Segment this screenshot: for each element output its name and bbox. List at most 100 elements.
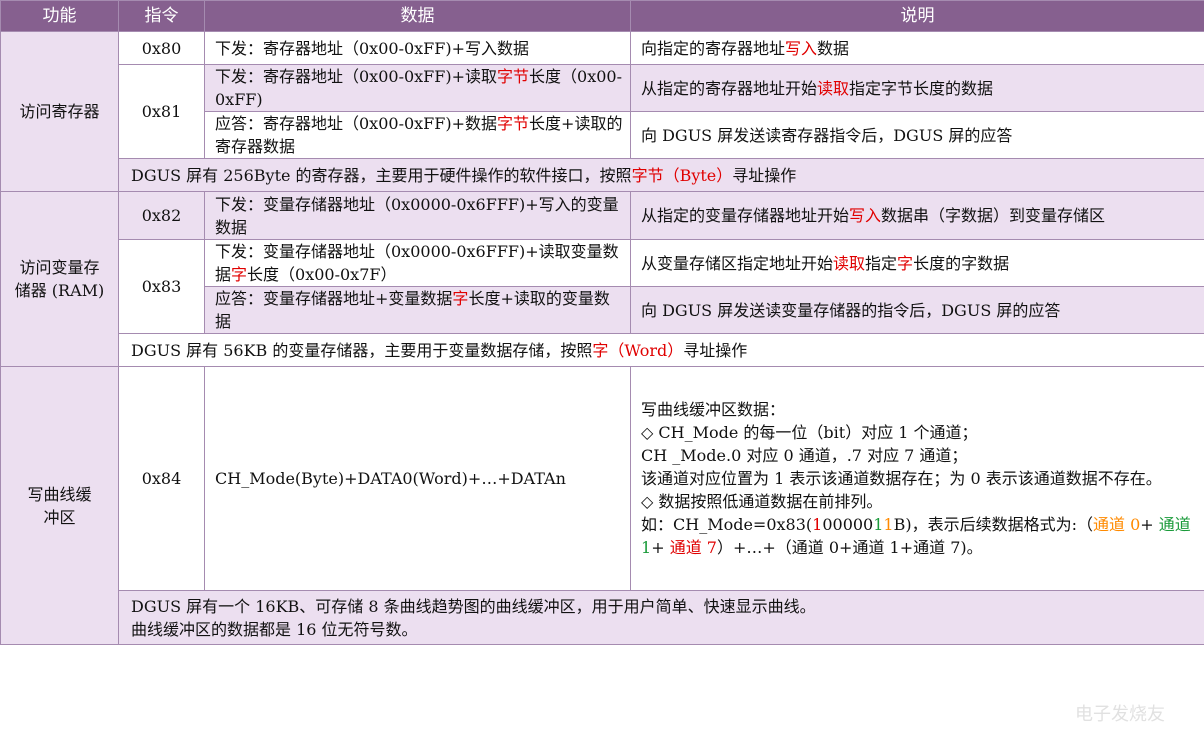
text-segment: 该通道对应位置为 1 表示该通道数据存在；为 0 表示该通道数据不存在。 [641, 469, 1162, 488]
highlight-text: 字 [231, 265, 248, 284]
highlight-text: 1 [873, 515, 884, 534]
text-line: DGUS 屏有一个 16KB、可存储 8 条曲线趋势图的曲线缓冲区，用于用户简单… [131, 595, 1204, 618]
text-segment: 从变量存储区指定地址开始 [641, 253, 834, 273]
text-segment: 向 DGUS 屏发送读变量存储器的指令后，DGUS 屏的应答 [641, 300, 1061, 320]
highlight-text: 字节 [497, 114, 530, 133]
text-segment: 向指定的寄存器地址 [641, 38, 786, 58]
text-segment: B)，表示后续数据格式为:（ [893, 515, 1094, 534]
data-cell: CH_Mode(Byte)+DATA0(Word)+…+DATAn [204, 366, 631, 591]
protocol-table: 功能 指令 数据 说明 访问寄存器 0x80 下发：寄存器地址（0x00-0xF… [0, 0, 1204, 645]
table-row: 0x83 下发：变量存储器地址（0x0000-0x6FFF)+读取变量数据字长度… [1, 239, 1204, 334]
text-line: 如：CH_Mode=0x83(10000011B)，表示后续数据格式为:（通道 … [641, 513, 1198, 559]
text-segment: 应答：变量存储器地址+变量数据 [215, 289, 453, 308]
highlight-text: 字 [897, 253, 914, 273]
command-cell: 0x80 [118, 31, 205, 65]
highlight-text: 读取 [817, 78, 850, 98]
description-cell: 从指定的变量存储器地址开始写入数据串（字数据）到变量存储区 [630, 191, 1204, 240]
function-label: 访问寄存器 [19, 102, 100, 121]
highlight-text: 1 [812, 515, 823, 534]
text-segment: ）+…+（通道 0+通道 1+通道 7)。 [716, 538, 983, 557]
command-cell: 0x82 [118, 191, 205, 240]
description-cell: 从指定的寄存器地址开始读取指定字节长度的数据 [630, 64, 1204, 112]
data-cell: 下发：变量存储器地址（0x0000-0x6FFF)+写入的变量数据 [204, 191, 631, 240]
text-segment: CH _Mode.0 对应 0 通道，.7 对应 7 通道； [641, 446, 968, 465]
text-segment: 从指定的寄存器地址开始 [641, 78, 818, 98]
text-segment: + [651, 538, 670, 557]
text-segment: 应答：寄存器地址（0x00-0xFF)+数据 [215, 114, 498, 133]
table-row: 0x81 下发：寄存器地址（0x00-0xFF)+读取字节长度（0x00-0xF… [1, 64, 1204, 159]
text-segment: DGUS 屏有 256Byte 的寄存器，主要用于硬件操作的软件接口，按照 [131, 165, 632, 185]
text-line: 写曲线缓冲区数据： [641, 398, 1198, 421]
command-cell: 0x81 [118, 64, 205, 159]
highlight-text: 通道 0 [1093, 515, 1141, 534]
text-segment: 向 DGUS 屏发送读寄存器指令后，DGUS 屏的应答 [641, 125, 1013, 145]
text-segment: 下发：寄存器地址（0x00-0xFF)+读取 [215, 67, 498, 86]
data-cell: 下发：变量存储器地址（0x0000-0x6FFF)+读取变量数据字长度（0x00… [204, 239, 631, 287]
note-cell: DGUS 屏有 256Byte 的寄存器，主要用于硬件操作的软件接口，按照字节（… [118, 158, 1204, 192]
description-cell: 向 DGUS 屏发送读寄存器指令后，DGUS 屏的应答 [630, 111, 1204, 159]
table-row: DGUS 屏有 56KB 的变量存储器，主要用于变量数据存储，按照字（Word）… [1, 333, 1204, 367]
highlight-text: 字（Word） [592, 340, 684, 360]
highlight-text: 写入 [849, 206, 882, 225]
highlight-text: 字 [452, 289, 469, 308]
text-segment: 寻址操作 [683, 340, 748, 360]
text-segment: 指定字节长度的数据 [849, 78, 994, 98]
text-segment: 指定 [865, 253, 898, 273]
text-segment: CH_Mode(Byte)+DATA0(Word)+…+DATAn [215, 469, 566, 488]
highlight-text: 写入 [785, 38, 818, 58]
text-segment: 寻址操作 [732, 165, 797, 185]
text-segment: 写曲线缓冲区数据： [641, 400, 786, 419]
text-line: ◇ 数据按照低通道数据在前排列。 [641, 490, 1198, 513]
command-cell: 0x84 [118, 366, 205, 591]
text-segment: ◇ 数据按照低通道数据在前排列。 [641, 492, 883, 511]
function-cell: 写曲线缓冲区 [0, 366, 119, 645]
text-segment: 下发：变量存储器地址（0x0000-0x6FFF)+写入的变量数据 [215, 194, 619, 237]
description-cell: 向 DGUS 屏发送读变量存储器的指令后，DGUS 屏的应答 [630, 286, 1204, 334]
function-label: 访问变量存储器 (RAM) [14, 258, 105, 300]
text-segment: ◇ CH_Mode 的每一位（bit）对应 1 个通道； [641, 423, 978, 442]
text-segment: 如：CH_Mode=0x83( [641, 515, 813, 534]
description-cell: 写曲线缓冲区数据： ◇ CH_Mode 的每一位（bit）对应 1 个通道； CH … [630, 366, 1204, 591]
text-line: ◇ CH_Mode 的每一位（bit）对应 1 个通道； [641, 421, 1198, 444]
highlight-text: 字节（Byte） [631, 165, 733, 185]
data-cell: 应答：寄存器地址（0x00-0xFF)+数据字节长度+读取的寄存器数据 [204, 111, 631, 159]
text-segment: 数据 [817, 38, 850, 58]
highlight-text: 通道 7 [669, 538, 717, 557]
highlight-text: 1 [883, 515, 894, 534]
header-command: 指令 [118, 0, 205, 32]
note-cell: DGUS 屏有一个 16KB、可存储 8 条曲线趋势图的曲线缓冲区，用于用户简单… [118, 590, 1204, 645]
table-row: 访问寄存器 0x80 下发：寄存器地址（0x00-0xFF)+写入数据 向指定的… [0, 31, 1204, 192]
text-segment: 00000 [822, 515, 874, 534]
table-row: DGUS 屏有一个 16KB、可存储 8 条曲线趋势图的曲线缓冲区，用于用户简单… [1, 590, 1204, 645]
text-segment: 曲线缓冲区的数据都是 16 位无符号数。 [131, 619, 418, 639]
header-function: 功能 [0, 0, 119, 32]
text-line: 该通道对应位置为 1 表示该通道数据存在；为 0 表示该通道数据不存在。 [641, 467, 1198, 490]
text-segment: + [1140, 515, 1159, 534]
text-segment: DGUS 屏有一个 16KB、可存储 8 条曲线趋势图的曲线缓冲区，用于用户简单… [131, 596, 816, 616]
function-label: 写曲线缓冲区 [27, 484, 92, 527]
table-header-row: 功能 指令 数据 说明 [0, 0, 1204, 32]
note-cell: DGUS 屏有 56KB 的变量存储器，主要用于变量数据存储，按照字（Word）… [118, 333, 1204, 367]
text-segment: 数据串（字数据）到变量存储区 [881, 206, 1106, 225]
header-description: 说明 [630, 0, 1204, 32]
watermark-logo: 电子发烧友 [1075, 704, 1165, 725]
description-cell: 向指定的寄存器地址写入数据 [630, 31, 1204, 65]
highlight-text: 字节 [497, 67, 530, 86]
text-segment: 从指定的变量存储器地址开始 [641, 206, 850, 225]
command-cell: 0x83 [118, 239, 205, 334]
description-cell: 从变量存储区指定地址开始读取指定字长度的字数据 [630, 239, 1204, 287]
function-cell: 访问寄存器 [0, 31, 119, 192]
data-cell: 应答：变量存储器地址+变量数据字长度+读取的变量数据 [204, 286, 631, 334]
function-cell: 访问变量存储器 (RAM) [0, 191, 119, 367]
table-row: DGUS 屏有 256Byte 的寄存器，主要用于硬件操作的软件接口，按照字节（… [1, 158, 1204, 192]
header-data: 数据 [204, 0, 631, 32]
data-cell: 下发：寄存器地址（0x00-0xFF)+写入数据 [204, 31, 631, 65]
highlight-text: 读取 [833, 253, 866, 273]
text-segment: 下发：寄存器地址（0x00-0xFF)+写入数据 [215, 38, 530, 58]
table-row: 访问变量存储器 (RAM) 0x82 下发：变量存储器地址（0x0000-0x6… [0, 191, 1204, 367]
text-segment: DGUS 屏有 56KB 的变量存储器，主要用于变量数据存储，按照 [131, 340, 593, 360]
text-line: 曲线缓冲区的数据都是 16 位无符号数。 [131, 618, 1204, 641]
text-segment: 长度（0x00-0x7F） [247, 265, 397, 284]
data-cell: 下发：寄存器地址（0x00-0xFF)+读取字节长度（0x00-0xFF) [204, 64, 631, 112]
text-line: CH _Mode.0 对应 0 通道，.7 对应 7 通道； [641, 444, 1198, 467]
